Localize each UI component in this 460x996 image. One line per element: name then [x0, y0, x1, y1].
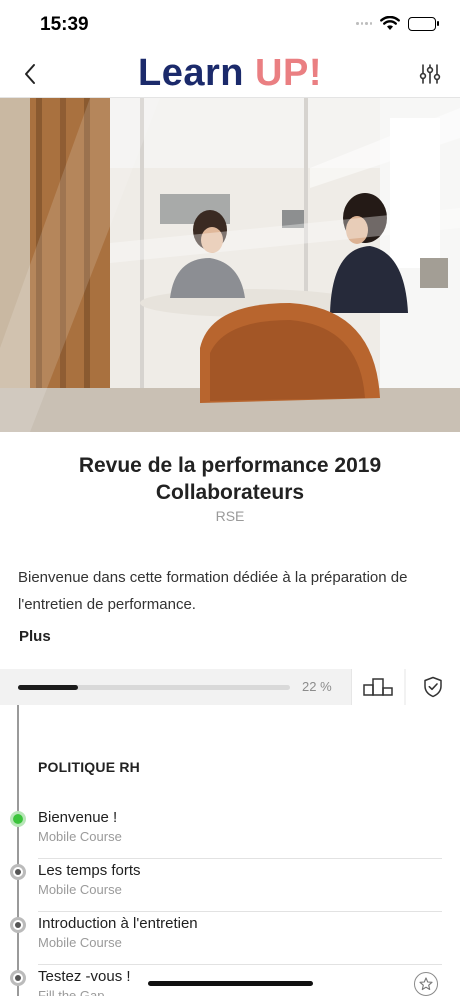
- hero-image: [0, 98, 460, 432]
- more-link[interactable]: Plus: [19, 628, 51, 645]
- wifi-icon: [380, 16, 400, 30]
- star-icon: [419, 977, 433, 991]
- lesson-title: Les temps forts: [38, 862, 141, 879]
- lesson-title: Bienvenue !: [38, 809, 118, 826]
- course-title: Revue de la performance 2019 Collaborate…: [78, 454, 382, 504]
- progress-fill: [18, 685, 78, 690]
- progress-strip: 22 %: [0, 669, 460, 705]
- lesson-type: Mobile Course: [38, 882, 122, 897]
- leaderboard-button[interactable]: [351, 669, 404, 705]
- shield-check-icon: [424, 676, 442, 698]
- progress-bar: [18, 685, 290, 690]
- lesson-title: Introduction à l'entretien: [38, 915, 198, 932]
- section-title: POLITIQUE RH: [38, 759, 140, 775]
- progress-percent: 22 %: [302, 679, 332, 694]
- course-description: Bienvenue dans cette formation dédiée à …: [18, 569, 408, 613]
- lesson-type: Mobile Course: [38, 829, 122, 844]
- nav-bar: Learn UP!: [0, 50, 460, 98]
- status-time: 15:39: [40, 14, 89, 35]
- lesson-item[interactable]: Introduction à l'entretien Mobile Course: [0, 912, 460, 965]
- lesson-item[interactable]: Bienvenue ! Mobile Course: [0, 806, 460, 859]
- course-category: RSE: [215, 508, 245, 524]
- lesson-title: Testez -vous !: [38, 968, 131, 985]
- hero-photo: [0, 98, 460, 432]
- status-dot: [10, 970, 26, 986]
- sliders-icon: [419, 64, 441, 84]
- podium-icon: [363, 678, 393, 696]
- lesson-type: Fill the Gap: [38, 988, 105, 996]
- status-dot: [10, 864, 26, 880]
- home-indicator: [148, 981, 313, 986]
- lesson-item[interactable]: Les temps forts Mobile Course: [0, 859, 460, 912]
- status-bar: 15:39: [0, 0, 460, 50]
- status-dot: [10, 917, 26, 933]
- filter-button[interactable]: [414, 58, 446, 90]
- favorite-button[interactable]: [414, 972, 438, 996]
- battery-icon: [408, 16, 439, 31]
- lesson-type: Mobile Course: [38, 935, 122, 950]
- signal-dots-icon: [356, 21, 372, 26]
- badges-button[interactable]: [406, 669, 460, 705]
- status-dot-active: [10, 811, 26, 827]
- status-icons: [356, 16, 439, 31]
- app-logo: Learn UP!: [138, 52, 322, 94]
